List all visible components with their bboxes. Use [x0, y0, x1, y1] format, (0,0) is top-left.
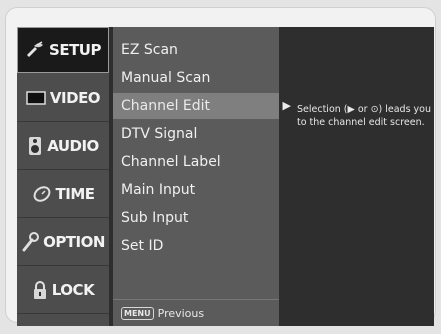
main-menu: SETUP VIDEO AUDIO TIME OPTION LOCK	[17, 27, 109, 326]
menu-item-audio[interactable]: AUDIO	[17, 123, 109, 170]
menu-item-label: OPTION	[43, 233, 105, 251]
menu-item-label: VIDEO	[49, 89, 101, 107]
setup-menu-panel: SETUP VIDEO AUDIO TIME OPTION LOCK EZ Sc…	[17, 27, 434, 326]
submenu-item-main-input[interactable]: Main Input	[121, 177, 273, 203]
submenu-item-channel-edit[interactable]: Channel Edit ▶	[113, 93, 291, 119]
clock-icon	[32, 185, 52, 203]
submenu-item-sub-input[interactable]: Sub Input	[121, 205, 273, 231]
speaker-icon	[27, 136, 43, 156]
menu-item-label: TIME	[55, 185, 96, 203]
submenu-item-manual-scan[interactable]: Manual Scan	[121, 65, 273, 91]
submenu-item-ez-scan[interactable]: EZ Scan	[121, 37, 273, 63]
screen-frame: SETUP VIDEO AUDIO TIME OPTION LOCK EZ Sc…	[5, 7, 436, 326]
previous-hint[interactable]: MENU Previous	[121, 306, 204, 320]
wrench-icon	[21, 232, 40, 252]
menu-item-label: LOCK	[51, 281, 95, 299]
submenu-item-set-id[interactable]: Set ID	[121, 233, 273, 259]
satellite-icon	[25, 41, 45, 59]
submenu-item-channel-label[interactable]: Channel Label	[121, 149, 273, 175]
padlock-icon	[32, 280, 48, 300]
menu-item-setup[interactable]: SETUP	[17, 27, 109, 73]
arrow-right-icon: ▶	[282, 99, 291, 112]
tv-screen-icon	[26, 90, 46, 106]
menu-key-icon: MENU	[121, 306, 154, 320]
menu-item-video[interactable]: VIDEO	[17, 75, 109, 122]
setup-submenu: EZ Scan Manual Scan Channel Edit ▶ DTV S…	[113, 27, 291, 326]
submenu-item-dtv-signal[interactable]: DTV Signal	[121, 121, 273, 147]
previous-label: Previous	[157, 306, 205, 320]
menu-item-time[interactable]: TIME	[17, 171, 109, 218]
menu-item-label: AUDIO	[47, 137, 99, 155]
footer-divider	[113, 299, 279, 300]
submenu-item-label: Channel Edit	[121, 98, 211, 114]
menu-item-label: SETUP	[49, 41, 101, 59]
help-text: Selection (▶ or ⊙) leads you to the chan…	[297, 104, 432, 128]
menu-item-lock[interactable]: LOCK	[17, 267, 109, 314]
menu-item-option[interactable]: OPTION	[17, 219, 109, 266]
